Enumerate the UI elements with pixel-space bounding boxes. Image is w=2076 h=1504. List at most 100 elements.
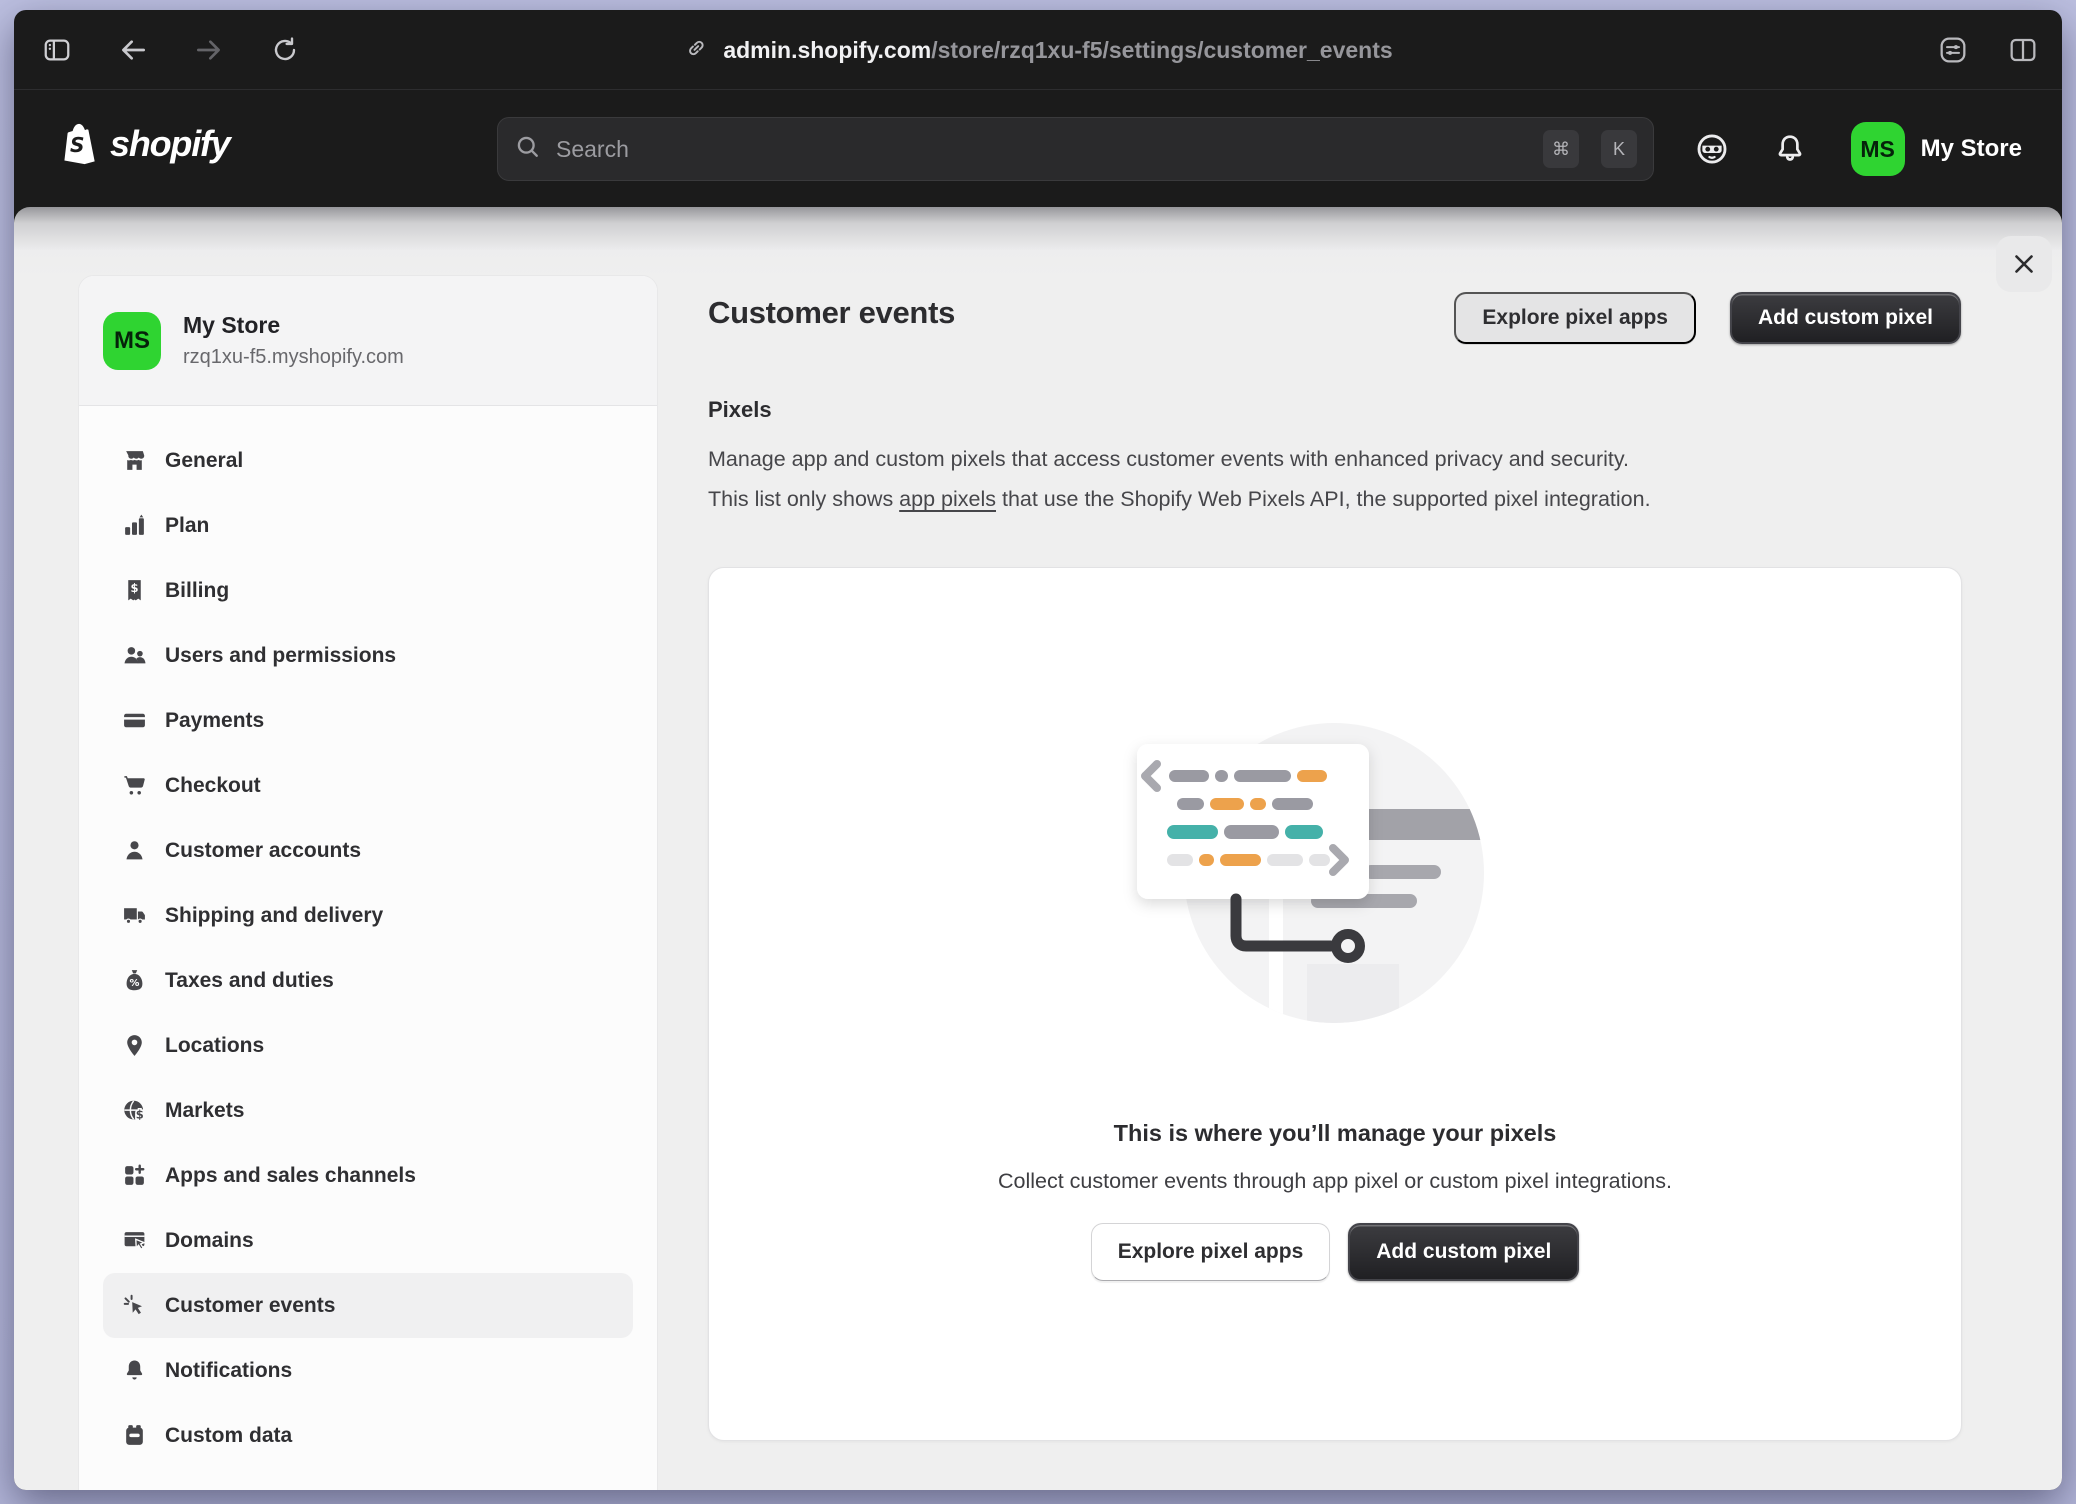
sidebar-item-label: Domains [165,1229,254,1253]
search-placeholder: Search [556,136,1521,163]
app-pixels-link[interactable]: app pixels [899,487,996,511]
notifications-bell-icon[interactable] [1773,132,1807,166]
svg-text:$: $ [135,1107,143,1121]
sidebar-item-label: Custom data [165,1424,292,1448]
split-view-icon[interactable] [2006,33,2040,67]
customer-accounts-icon [121,838,147,864]
url-path: /store/rzq1xu-f5/settings/customer_event… [931,37,1392,63]
sidebar-item-label: Users and permissions [165,644,396,668]
sidebar-item-locations[interactable]: Locations [103,1013,633,1078]
forward-icon[interactable] [192,33,226,67]
svg-text:%: % [129,978,139,989]
sidebar-item-label: General [165,449,243,473]
sidebar-item-apps-and-sales-channels[interactable]: Apps and sales channels [103,1143,633,1208]
checkout-icon [121,773,147,799]
sidebar-toggle-icon[interactable] [40,33,74,67]
assistant-icon[interactable] [1695,132,1729,166]
locations-icon [121,1033,147,1059]
sidebar-item-shipping-and-delivery[interactable]: Shipping and delivery [103,883,633,948]
header-store-name: My Store [1921,135,2022,163]
sidebar-item-label: Checkout [165,774,261,798]
sidebar-item-label: Locations [165,1034,264,1058]
store-avatar: MS [1851,122,1905,176]
svg-text:S: S [70,133,85,157]
taxes-icon: % [121,968,147,994]
store-card[interactable]: MS My Store rzq1xu-f5.myshopify.com [79,276,657,406]
sidebar-item-customer-events[interactable]: Customer events [103,1273,633,1338]
customer-events-icon [121,1293,147,1319]
shopify-wordmark: shopify [110,123,230,165]
empty-state-heading: This is where you’ll manage your pixels [709,1120,1961,1147]
explore-pixel-apps-button[interactable]: Explore pixel apps [1091,1223,1331,1281]
sidebar-item-markets[interactable]: $ Markets [103,1078,633,1143]
pixels-empty-card: This is where you’ll manage your pixels … [708,567,1962,1441]
markets-icon: $ [121,1098,147,1124]
pixels-section-heading: Pixels [708,397,772,423]
sidebar-item-customer-accounts[interactable]: Customer accounts [103,818,633,883]
address-bar[interactable]: admin.shopify.com/store/rzq1xu-f5/settin… [683,10,1392,90]
sidebar-item-domains[interactable]: Domains [103,1208,633,1273]
sidebar-item-label: Customer events [165,1294,335,1318]
store-name: My Store [183,312,404,339]
users-icon [121,643,147,669]
store-domain: rzq1xu-f5.myshopify.com [183,346,404,369]
reload-icon[interactable] [268,33,302,67]
sidebar-item-label: Notifications [165,1359,292,1383]
shopify-logo[interactable]: S shopify [58,119,230,169]
store-avatar: MS [103,312,161,370]
sidebar-item-label: Billing [165,579,229,603]
sidebar-item-custom-data[interactable]: Custom data [103,1403,633,1468]
explore-pixel-apps-button[interactable]: Explore pixel apps [1454,292,1696,344]
add-custom-pixel-button[interactable]: Add custom pixel [1730,292,1961,344]
k-key-badge: K [1601,130,1637,168]
sidebar-item-users-and-permissions[interactable]: Users and permissions [103,623,633,688]
search-icon [514,133,542,166]
link-icon [683,35,709,66]
domains-icon [121,1228,147,1254]
cmd-key-badge: ⌘ [1543,130,1579,168]
site-settings-icon[interactable] [1936,33,1970,67]
back-icon[interactable] [116,33,150,67]
apps-icon [121,1163,147,1189]
browser-window: admin.shopify.com/store/rzq1xu-f5/settin… [14,10,2062,1490]
sidebar-item-label: Taxes and duties [165,969,334,993]
empty-state-body: Collect customer events through app pixe… [709,1169,1961,1194]
sidebar-item-billing[interactable]: $ Billing [103,558,633,623]
billing-icon: $ [121,578,147,604]
sidebar-item-payments[interactable]: Payments [103,688,633,753]
store-icon [121,448,147,474]
sidebar-item-label: Payments [165,709,264,733]
settings-nav: General Plan $ Billing Users and permissions… [79,406,657,1490]
shipping-icon [121,903,147,929]
url-host: admin.shopify.com [723,37,931,63]
sidebar-item-label: Plan [165,514,209,538]
sidebar-item-label: Markets [165,1099,244,1123]
sidebar-item-label: Customer accounts [165,839,361,863]
languages-icon: A [121,1488,147,1491]
pixels-illustration [1089,708,1509,1038]
sidebar-item-taxes-and-duties[interactable]: % Taxes and duties [103,948,633,1013]
sidebar-item-plan[interactable]: Plan [103,493,633,558]
browser-toolbar: admin.shopify.com/store/rzq1xu-f5/settin… [14,10,2062,90]
account-menu[interactable]: MS My Store [1851,122,2022,176]
search-input[interactable]: Search ⌘ K [497,117,1654,181]
sidebar-item-languages[interactable]: A Languages [103,1468,633,1490]
settings-sidebar: MS My Store rzq1xu-f5.myshopify.com Gene… [78,275,658,1490]
page-title: Customer events [708,295,955,331]
payments-icon [121,708,147,734]
add-custom-pixel-button[interactable]: Add custom pixel [1348,1223,1579,1281]
sidebar-item-label: Shipping and delivery [165,904,383,928]
sidebar-item-notifications[interactable]: Notifications [103,1338,633,1403]
sidebar-item-label: Apps and sales channels [165,1164,416,1188]
shopify-header: S shopify Search ⌘ K MS My Store [14,91,2062,207]
pixels-section-description: Manage app and custom pixels that access… [708,439,1968,519]
notifications-icon [121,1358,147,1384]
plan-icon [121,513,147,539]
sidebar-item-checkout[interactable]: Checkout [103,753,633,818]
settings-dialog: MS My Store rzq1xu-f5.myshopify.com Gene… [14,207,2062,1490]
sidebar-item-general[interactable]: General [103,428,633,493]
custom-data-icon [121,1423,147,1449]
sidebar-item-label: Languages [165,1489,276,1491]
svg-text:$: $ [130,581,138,595]
close-button[interactable] [1996,236,2052,292]
